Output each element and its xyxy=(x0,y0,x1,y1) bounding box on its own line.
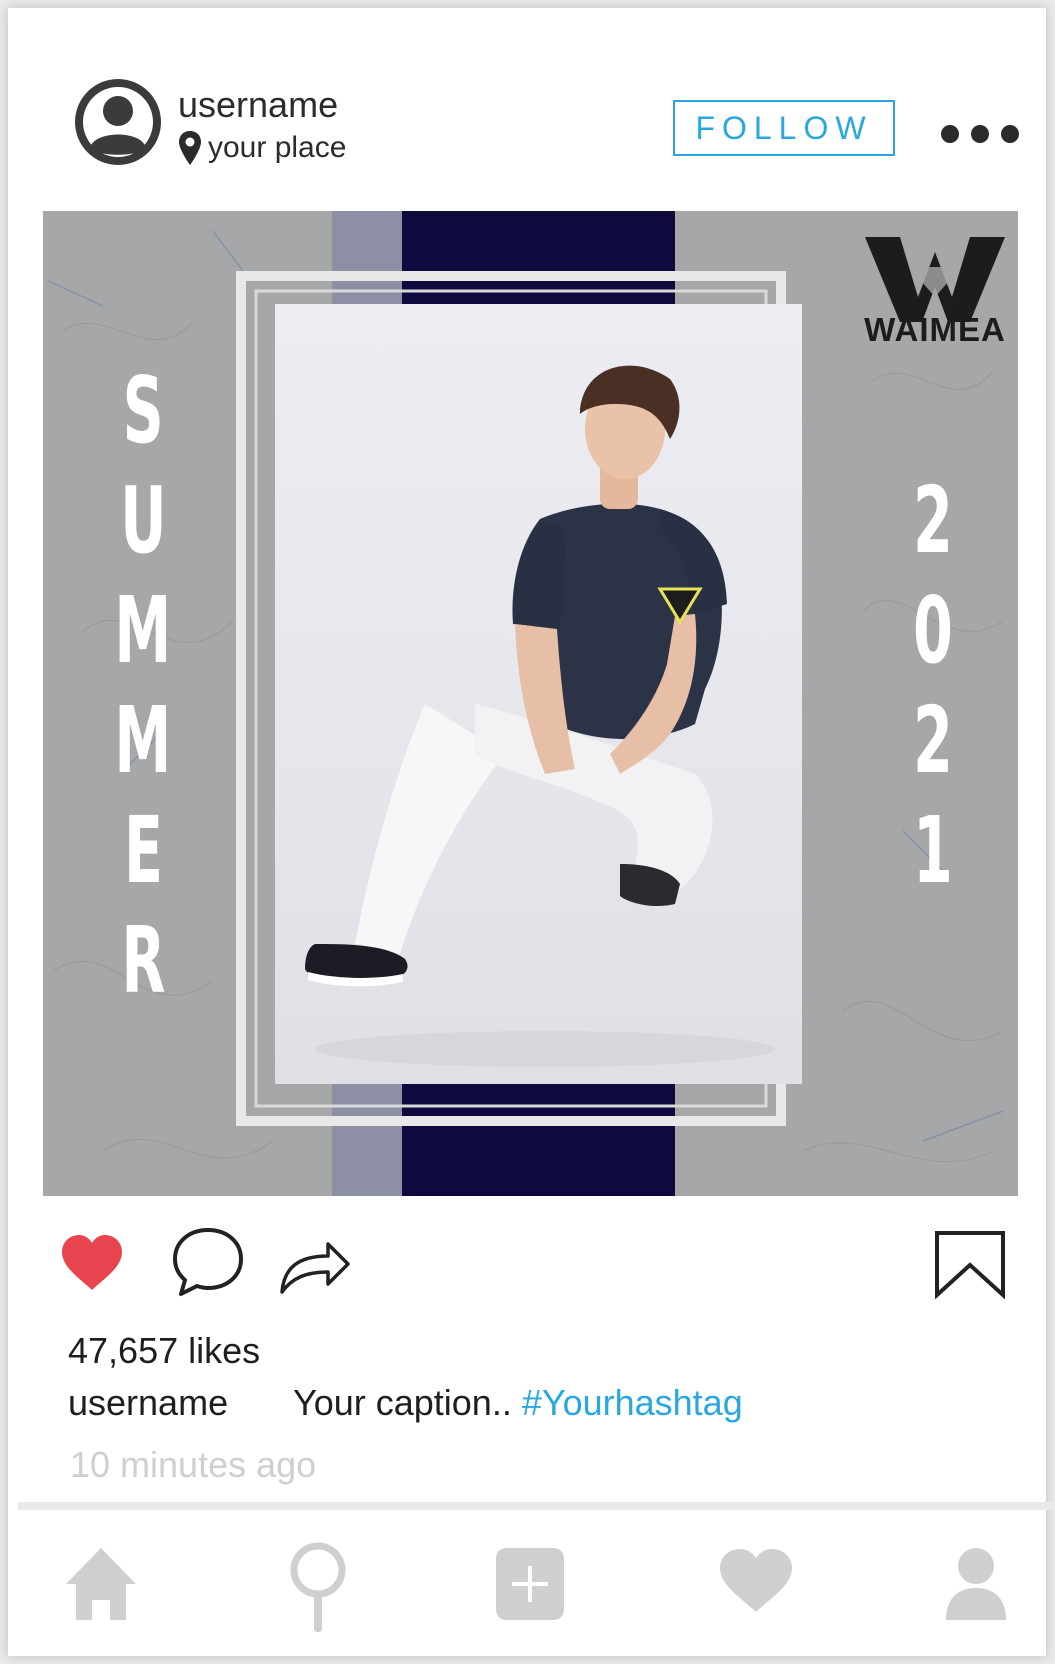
search-icon[interactable] xyxy=(286,1540,350,1634)
avatar-icon[interactable] xyxy=(74,78,162,166)
summer-letter: R xyxy=(121,907,165,1014)
caption: Your caption.. #Yourhashtag xyxy=(293,1382,743,1424)
post-author-username[interactable]: username xyxy=(178,84,338,126)
model-illustration xyxy=(305,365,775,1067)
year-digit: 2 xyxy=(913,687,953,794)
year-vertical-text: 2 0 2 1 xyxy=(893,471,973,901)
post-timestamp: 10 minutes ago xyxy=(70,1444,317,1485)
summer-letter: U xyxy=(119,467,167,574)
location-pin-icon xyxy=(179,131,201,165)
activity-heart-icon[interactable] xyxy=(718,1548,794,1614)
caption-text: Your caption.. xyxy=(293,1382,522,1423)
post-card: username your place FOLLOW S U M M E R 2… xyxy=(8,8,1055,1656)
post-image[interactable]: S U M M E R 2 0 2 1 WAIMEA xyxy=(43,211,1018,1196)
post-location[interactable]: your place xyxy=(178,130,346,166)
summer-vertical-text: S U M M E R xyxy=(103,361,183,1011)
share-arrow-icon[interactable] xyxy=(278,1228,352,1294)
summer-letter: E xyxy=(123,797,163,904)
follow-button[interactable]: FOLLOW xyxy=(673,100,895,156)
heart-icon[interactable] xyxy=(60,1234,124,1292)
add-post-icon[interactable] xyxy=(494,1544,566,1622)
summer-letter: M xyxy=(114,577,172,684)
year-digit: 1 xyxy=(913,797,953,904)
bottom-nav-divider xyxy=(18,1502,1055,1510)
summer-letter: M xyxy=(114,687,172,794)
brand-name: WAIMEA xyxy=(864,311,1006,348)
profile-icon[interactable] xyxy=(944,1546,1008,1622)
location-label: your place xyxy=(208,131,347,164)
year-digit: 0 xyxy=(913,577,953,684)
comment-icon[interactable] xyxy=(171,1226,245,1298)
likes-count[interactable]: 47,657 likes xyxy=(68,1330,260,1372)
hashtag-link[interactable]: #Yourhashtag xyxy=(522,1382,743,1423)
year-digit: 2 xyxy=(913,467,953,574)
more-options-icon[interactable] xyxy=(938,122,1022,146)
caption-username[interactable]: username xyxy=(68,1382,228,1424)
summer-letter: S xyxy=(122,357,164,464)
home-icon[interactable] xyxy=(64,1544,138,1622)
model-photo xyxy=(275,304,802,1084)
bookmark-icon[interactable] xyxy=(933,1229,1007,1299)
